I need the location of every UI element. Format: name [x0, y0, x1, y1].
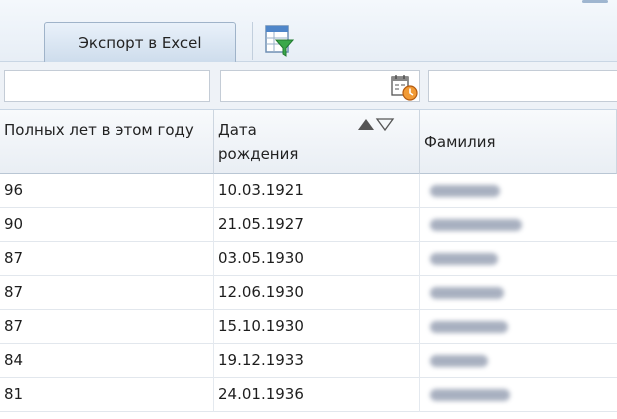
column-header-label: Дата рождения [218, 121, 299, 163]
birthdate-cell: 21.05.1927 [214, 208, 420, 242]
surname-cell [420, 276, 617, 310]
age-cell: 90 [0, 208, 214, 242]
surname-cell [420, 242, 617, 276]
column-header-label: Фамилия [424, 133, 496, 151]
redacted-surname [430, 287, 504, 299]
surname-filter-input[interactable] [428, 70, 617, 102]
filter-excel-icon[interactable] [264, 24, 295, 58]
toolbar: Экспорт в Excel [0, 0, 617, 64]
age-cell: 84 [0, 344, 214, 378]
age-cell: 96 [0, 174, 214, 208]
redacted-surname [430, 219, 522, 231]
birthdate-cell: 19.12.1933 [214, 344, 420, 378]
redacted-surname [430, 355, 488, 367]
table-row[interactable]: 87 03.05.1930 [0, 242, 617, 276]
column-header-age[interactable]: Полных лет в этом году [0, 110, 214, 174]
surname-cell [420, 378, 617, 412]
surname-cell [420, 208, 617, 242]
surname-cell [420, 310, 617, 344]
birthdate-cell: 10.03.1921 [214, 174, 420, 208]
column-header-label: Полных лет в этом году [4, 121, 194, 139]
redacted-surname [430, 253, 498, 265]
data-table: Полных лет в этом году Дата рождения Фам… [0, 110, 617, 419]
age-cell: 87 [0, 276, 214, 310]
table-row[interactable]: 90 21.05.1927 [0, 208, 617, 242]
age-cell: 87 [0, 310, 214, 344]
table-row[interactable]: 81 24.01.1936 [0, 378, 617, 412]
calendar-clock-icon[interactable] [386, 74, 422, 102]
sort-asc-desc-icon[interactable] [356, 116, 396, 132]
age-cell: 87 [0, 242, 214, 276]
table-row[interactable]: 87 15.10.1930 [0, 310, 617, 344]
birthdate-cell: 24.01.1936 [214, 378, 420, 412]
redacted-surname [430, 185, 500, 197]
table-row[interactable]: 87 12.06.1930 [0, 276, 617, 310]
table-row[interactable]: 84 19.12.1933 [0, 344, 617, 378]
redacted-surname [430, 321, 508, 333]
age-filter-input[interactable] [4, 70, 210, 102]
column-header-surname[interactable]: Фамилия [420, 110, 617, 174]
birthdate-cell: 15.10.1930 [214, 310, 420, 344]
filter-row [0, 62, 617, 110]
surname-cell [420, 344, 617, 378]
age-cell: 81 [0, 378, 214, 412]
surname-cell [420, 174, 617, 208]
birthdate-cell: 12.06.1930 [214, 276, 420, 310]
redacted-surname [430, 389, 510, 401]
birthdate-cell: 03.05.1930 [214, 242, 420, 276]
toolbar-edge-accent [582, 0, 608, 3]
table-row[interactable]: 96 10.03.1921 [0, 174, 617, 208]
export-excel-button[interactable]: Экспорт в Excel [44, 22, 236, 64]
toolbar-separator [252, 22, 253, 60]
